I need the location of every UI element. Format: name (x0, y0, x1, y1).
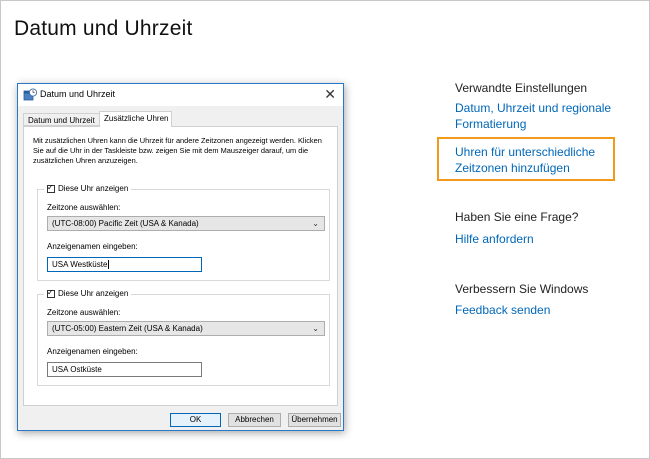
clock2-name-input[interactable]: USA Ostküste (47, 362, 202, 377)
clock1-name-value: USA Westküste (52, 260, 108, 269)
date-time-dialog: Datum und Uhrzeit ✕ Datum und Uhrzeit Zu… (17, 83, 344, 431)
clock2-show-label: Diese Uhr anzeigen (58, 289, 129, 298)
dialog-title: Datum und Uhrzeit (40, 89, 116, 99)
clock1-name-label: Anzeigenamen eingeben: (47, 242, 138, 251)
clock2-group: Diese Uhr anzeigen Zeitzone auswählen: (… (37, 288, 330, 386)
feedback-link[interactable]: Feedback senden (455, 302, 550, 318)
date-time-regional-link[interactable]: Datum, Uhrzeit und regionale (455, 100, 611, 116)
date-time-regional-link-line2[interactable]: Formatierung (455, 116, 526, 132)
improve-heading: Verbessern Sie Windows (455, 282, 589, 296)
clock2-timezone-select[interactable]: (UTC-05:00) Eastern Zeit (USA & Kanada) … (47, 321, 325, 336)
clock1-group: Diese Uhr anzeigen Zeitzone auswählen: (… (37, 183, 330, 281)
clock2-timezone-value: (UTC-05:00) Eastern Zeit (USA & Kanada) (52, 324, 203, 333)
text-caret (108, 260, 110, 270)
dialog-titlebar[interactable]: Datum und Uhrzeit ✕ (18, 84, 343, 106)
cancel-button[interactable]: Abbrechen (228, 413, 281, 427)
panel-description: Mit zusätzlichen Uhren kann die Uhrzeit … (33, 136, 322, 165)
clock1-name-input[interactable]: USA Westküste (47, 257, 202, 272)
question-heading: Haben Sie eine Frage? (455, 210, 579, 224)
apply-button[interactable]: Übernehmen (288, 413, 341, 427)
add-clocks-link-line2[interactable]: Zeitzonen hinzufügen (455, 160, 570, 176)
ok-button[interactable]: OK (170, 413, 221, 427)
tab-additional-clocks[interactable]: Zusätzliche Uhren (99, 111, 172, 127)
related-settings-heading: Verwandte Einstellungen (455, 81, 588, 95)
clock1-timezone-label: Zeitzone auswählen: (47, 203, 121, 212)
clock2-show-checkbox[interactable]: Diese Uhr anzeigen (44, 288, 132, 298)
clock1-show-checkbox[interactable]: Diese Uhr anzeigen (44, 183, 132, 193)
clock-calendar-icon (23, 88, 37, 101)
chevron-down-icon: ⌄ (312, 324, 319, 333)
checkbox-checked-icon[interactable] (47, 183, 55, 193)
clock1-timezone-value: (UTC-08:00) Pacific Zeit (USA & Kanada) (52, 219, 199, 228)
clock1-show-label: Diese Uhr anzeigen (58, 184, 129, 193)
clock2-timezone-label: Zeitzone auswählen: (47, 308, 121, 317)
checkbox-checked-icon[interactable] (47, 288, 55, 298)
clock1-timezone-select[interactable]: (UTC-08:00) Pacific Zeit (USA & Kanada) … (47, 216, 325, 231)
clock2-name-value: USA Ostküste (52, 365, 102, 374)
close-icon[interactable]: ✕ (324, 86, 336, 102)
tab-date-time[interactable]: Datum und Uhrzeit (23, 113, 100, 126)
add-clocks-link[interactable]: Uhren für unterschiedliche (455, 144, 595, 160)
clock2-name-label: Anzeigenamen eingeben: (47, 347, 138, 356)
page-title: Datum und Uhrzeit (14, 17, 193, 40)
get-help-link[interactable]: Hilfe anfordern (455, 231, 534, 247)
chevron-down-icon: ⌄ (312, 219, 319, 228)
additional-clocks-panel: Mit zusätzlichen Uhren kann die Uhrzeit … (23, 126, 338, 406)
